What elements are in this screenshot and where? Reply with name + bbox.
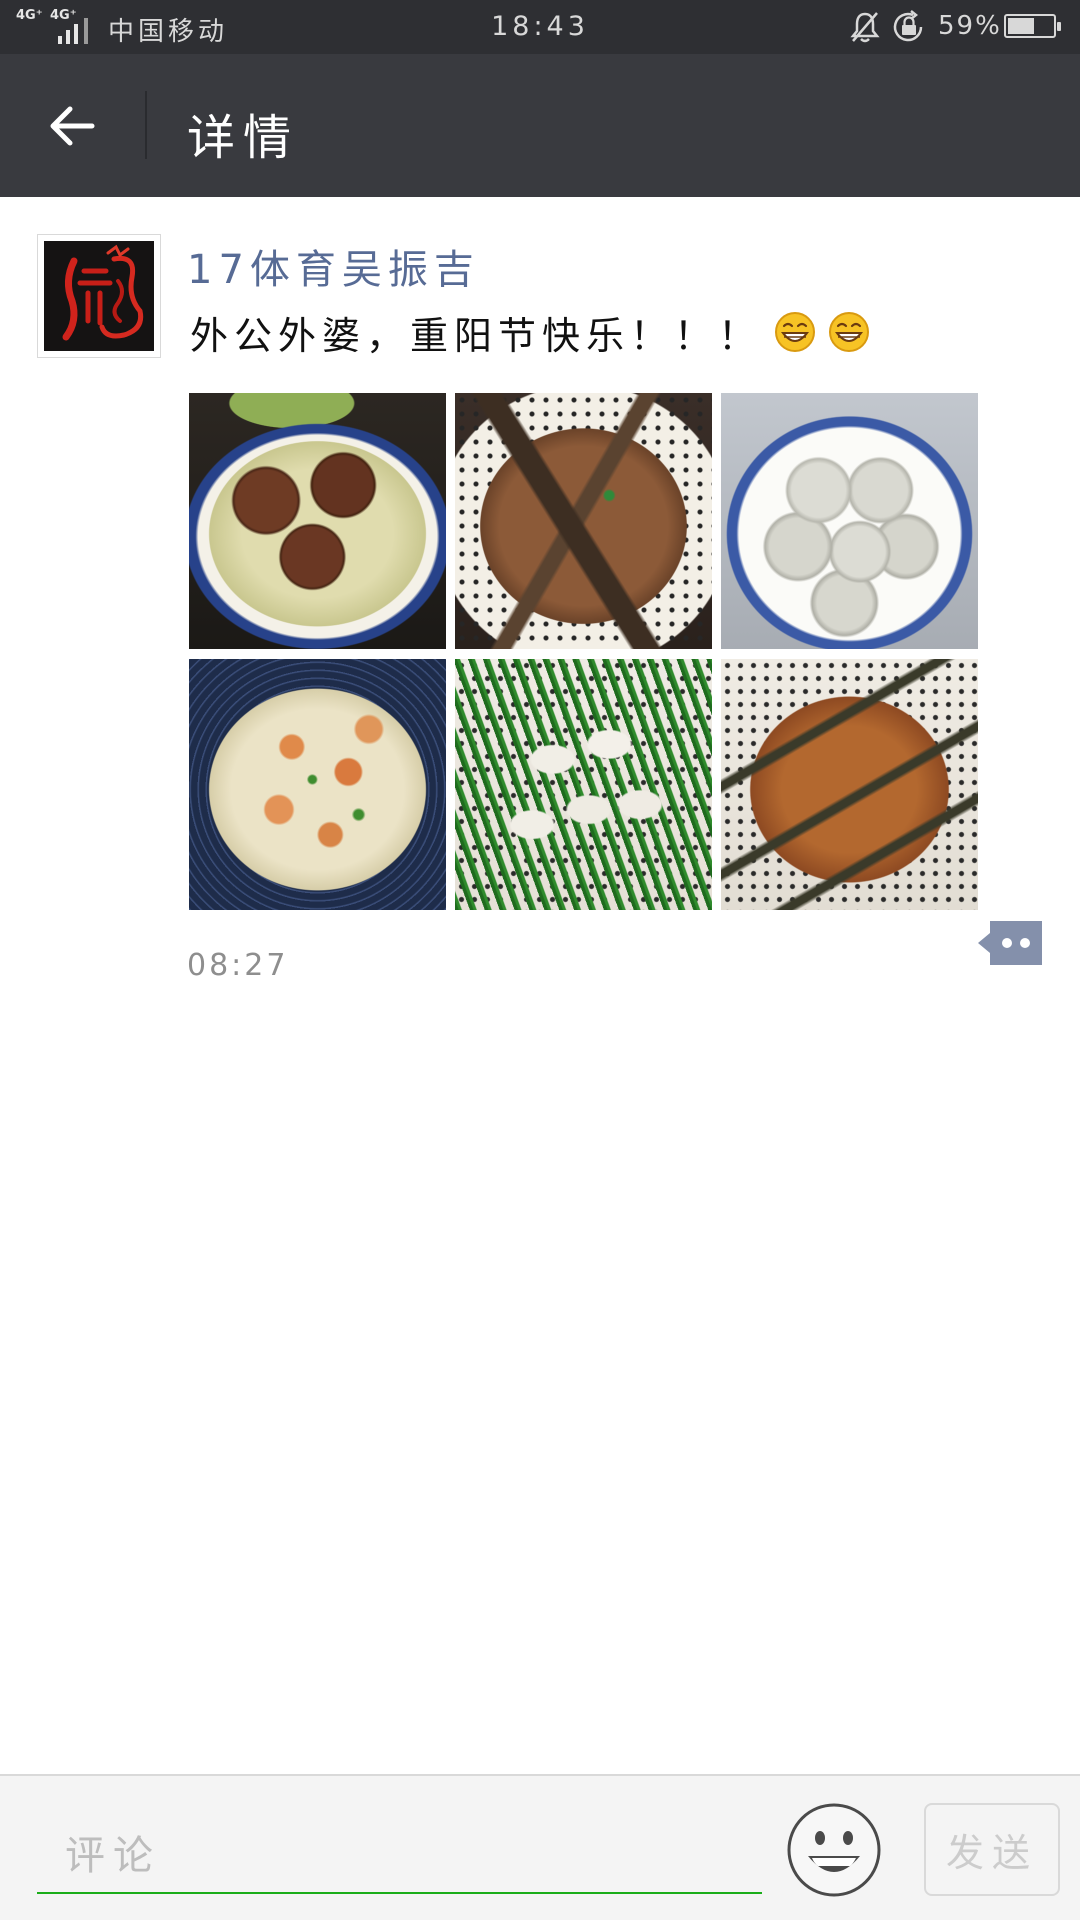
mute-bell-icon: [850, 12, 880, 43]
send-button[interactable]: 发送: [924, 1803, 1060, 1896]
battery-fill: [1008, 18, 1034, 34]
post-timestamp: 08:27: [187, 948, 289, 983]
battery-percent: 59%: [938, 11, 1002, 41]
comment-input[interactable]: [37, 1820, 762, 1894]
status-bar: 4G⁺ 4G⁺ 中国移动 18:43 59%: [0, 0, 1080, 54]
post-content: 外公外婆，重阳节快乐！！！: [190, 307, 870, 358]
dragon-logo-avatar: [44, 241, 154, 351]
post-photo-fish-stew[interactable]: [455, 393, 712, 649]
post-photo-braised-fish[interactable]: [721, 659, 978, 910]
post-photo-meatballs[interactable]: [189, 393, 446, 649]
page-title: 详情: [187, 110, 300, 166]
post-photo-chives[interactable]: [455, 659, 712, 910]
back-button[interactable]: [34, 90, 110, 162]
more-dots-icon: [1002, 938, 1012, 948]
arrow-left-icon: [50, 106, 95, 146]
comment-action-button[interactable]: [978, 921, 1042, 965]
post-photo-steamed-buns[interactable]: [721, 393, 978, 649]
grin-emoji-icon: [775, 312, 816, 352]
post-photo-squid[interactable]: [189, 659, 446, 910]
avatar[interactable]: [37, 234, 161, 358]
battery-icon: [1004, 14, 1061, 38]
header-divider: [145, 91, 147, 159]
post-text: 外公外婆，重阳节快乐！！！: [190, 313, 763, 358]
smiley-icon[interactable]: [786, 1802, 882, 1898]
more-dots-icon: [1020, 938, 1030, 948]
comment-composer: 发送: [0, 1774, 1080, 1920]
grin-emoji-icon: [829, 312, 870, 352]
author-name[interactable]: 17体育吴振吉: [187, 237, 480, 295]
title-bar: 详情: [0, 54, 1080, 197]
rotation-lock-icon: [893, 10, 923, 42]
